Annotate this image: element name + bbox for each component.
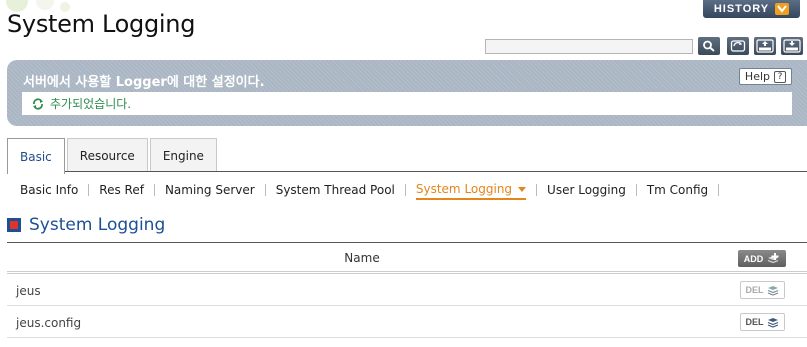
sub-tab-label: User Logging bbox=[547, 183, 626, 197]
section-square-icon bbox=[7, 218, 21, 232]
history-label: HISTORY bbox=[713, 3, 770, 15]
tab-label: Resource bbox=[79, 148, 135, 163]
refresh-button[interactable] bbox=[727, 37, 749, 55]
sub-tabs: Basic Info Res Ref Naming Server System … bbox=[20, 180, 729, 200]
info-panel: 서버에서 사용할 Logger에 대한 설정이다. Help ? 추가되었습니다… bbox=[7, 60, 807, 126]
search-button[interactable] bbox=[698, 37, 720, 55]
sub-tab-separator bbox=[264, 184, 266, 196]
help-label: Help bbox=[744, 70, 770, 83]
page-title: System Logging bbox=[7, 10, 196, 38]
sub-tab-label: Res Ref bbox=[99, 183, 144, 197]
add-label: ADD bbox=[743, 253, 764, 264]
tab-basic[interactable]: Basic bbox=[7, 138, 65, 174]
sub-tab-separator bbox=[404, 184, 406, 196]
section-title: System Logging bbox=[29, 215, 166, 235]
search-icon bbox=[703, 40, 715, 52]
delete-stack-icon bbox=[767, 286, 778, 296]
question-icon: ? bbox=[774, 70, 786, 83]
sub-tab-separator bbox=[635, 184, 637, 196]
logger-name: jeus.config bbox=[16, 316, 82, 330]
add-stack-icon bbox=[768, 252, 779, 263]
sub-tab-system-thread-pool[interactable]: System Thread Pool bbox=[276, 183, 395, 197]
tab-resource[interactable]: Resource bbox=[66, 138, 148, 172]
caret-down-icon bbox=[518, 186, 527, 192]
tab-engine[interactable]: Engine bbox=[149, 138, 217, 172]
sub-tab-label: Tm Config bbox=[646, 183, 709, 197]
help-button[interactable]: Help ? bbox=[738, 68, 792, 85]
sub-tab-label: Basic Info bbox=[20, 183, 79, 197]
xml-export-button[interactable] bbox=[754, 37, 776, 55]
logger-name: jeus bbox=[16, 284, 41, 298]
sub-tab-res-ref[interactable]: Res Ref bbox=[99, 183, 144, 197]
table-header: Name ADD bbox=[7, 242, 807, 274]
history-button[interactable]: HISTORY bbox=[703, 0, 800, 18]
refresh-green-icon bbox=[33, 97, 43, 110]
sub-tab-label: Naming Server bbox=[164, 183, 255, 197]
tab-label: Engine bbox=[162, 148, 204, 163]
delete-button[interactable]: DEL bbox=[740, 313, 785, 331]
status-message: 추가되었습니다. bbox=[22, 92, 792, 115]
xml-download-button[interactable] bbox=[781, 37, 803, 55]
logger-table: Name ADD jeus DEL jeus.config DEL bbox=[7, 242, 807, 338]
xml-export-icon bbox=[756, 39, 774, 53]
sub-tab-user-logging[interactable]: User Logging bbox=[547, 183, 626, 197]
refresh-icon bbox=[730, 40, 746, 52]
table-row: jeus DEL bbox=[7, 274, 807, 306]
sub-tab-label: System Thread Pool bbox=[275, 183, 395, 197]
column-header-name: Name bbox=[344, 251, 380, 265]
tab-label: Basic bbox=[20, 149, 52, 164]
table-row: jeus.config DEL bbox=[7, 306, 807, 338]
decorative-circle bbox=[36, 0, 54, 10]
search-input[interactable] bbox=[485, 39, 693, 54]
status-message-text: 추가되었습니다. bbox=[50, 97, 132, 111]
main-tabs: Basic Resource Engine bbox=[7, 138, 219, 174]
sub-tab-system-logging[interactable]: System Logging bbox=[415, 180, 527, 200]
tabs-divider bbox=[7, 171, 807, 172]
delete-label: DEL bbox=[745, 285, 764, 295]
chevron-down-icon bbox=[775, 3, 790, 15]
sub-tab-separator bbox=[88, 184, 90, 196]
delete-button[interactable]: DEL bbox=[740, 281, 785, 299]
sub-tab-separator bbox=[536, 184, 538, 196]
sub-tab-naming-server[interactable]: Naming Server bbox=[165, 183, 255, 197]
sub-tab-label: System Logging bbox=[415, 182, 513, 196]
sub-tab-basic-info[interactable]: Basic Info bbox=[20, 183, 78, 197]
xml-download-icon bbox=[783, 39, 801, 53]
add-button[interactable]: ADD bbox=[738, 250, 786, 267]
delete-stack-icon bbox=[767, 318, 778, 328]
sub-tab-separator bbox=[718, 184, 720, 196]
delete-label: DEL bbox=[745, 317, 764, 327]
sub-tab-tm-config[interactable]: Tm Config bbox=[647, 183, 708, 197]
info-description: 서버에서 사용할 Logger에 대한 설정이다. bbox=[23, 75, 265, 90]
sub-tab-separator bbox=[153, 184, 155, 196]
